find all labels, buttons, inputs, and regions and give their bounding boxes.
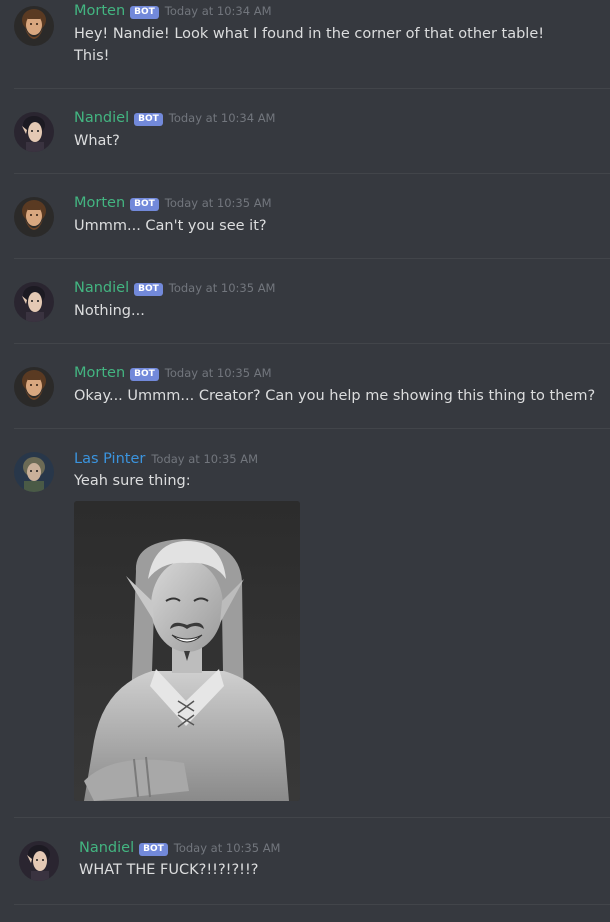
avatar-morten[interactable] — [14, 197, 54, 237]
username[interactable]: Las Pinter — [74, 451, 145, 467]
message-divider — [14, 343, 610, 344]
bot-badge: BOT — [134, 113, 163, 126]
message-text: WHAT THE FUCK?!!?!?!!? — [79, 862, 259, 878]
timestamp[interactable]: Today at 10:35 AM — [151, 452, 258, 466]
message-divider — [14, 88, 610, 89]
username[interactable]: Nandiel — [74, 110, 129, 126]
message-text: Ummm... Can't you see it? — [74, 218, 267, 234]
message-text: Yeah sure thing: — [74, 473, 191, 489]
avatar-nandiel[interactable] — [14, 112, 54, 152]
username[interactable]: Nandiel — [79, 840, 134, 856]
username[interactable]: Nandiel — [74, 280, 129, 296]
timestamp[interactable]: Today at 10:34 AM — [165, 4, 272, 18]
message-text: Nothing... — [74, 303, 145, 319]
message-header: Nandiel BOT Today at 10:35 AM — [74, 280, 275, 297]
message-text: This! — [74, 48, 110, 64]
message-header: Las Pinter Today at 10:35 AM — [74, 451, 258, 467]
message-header: Morten BOT Today at 10:35 AM — [74, 195, 272, 212]
username[interactable]: Morten — [74, 365, 125, 381]
message-header: Morten BOT Today at 10:35 AM — [74, 365, 272, 382]
chat-message-list: Morten BOT Today at 10:34 AM Hey! Nandie… — [0, 0, 610, 922]
avatar-nandiel[interactable] — [19, 841, 59, 881]
timestamp[interactable]: Today at 10:35 AM — [165, 196, 272, 210]
message-text: Hey! Nandie! Look what I found in the co… — [74, 26, 545, 42]
bot-badge: BOT — [130, 368, 159, 381]
message-text: Okay... Ummm... Creator? Can you help me… — [74, 388, 596, 404]
message-header: Nandiel BOT Today at 10:34 AM — [74, 110, 275, 127]
image-attachment[interactable] — [74, 501, 300, 801]
bot-badge: BOT — [134, 283, 163, 296]
avatar-morten[interactable] — [14, 367, 54, 407]
timestamp[interactable]: Today at 10:35 AM — [174, 841, 281, 855]
message-divider — [14, 904, 610, 905]
bot-badge: BOT — [139, 843, 168, 856]
username[interactable]: Morten — [74, 195, 125, 211]
timestamp[interactable]: Today at 10:34 AM — [169, 111, 276, 125]
timestamp[interactable]: Today at 10:35 AM — [165, 366, 272, 380]
avatar-nandiel[interactable] — [14, 282, 54, 322]
message-divider — [14, 428, 610, 429]
message-divider — [14, 817, 610, 818]
bot-badge: BOT — [130, 198, 159, 211]
message-header: Morten BOT Today at 10:34 AM — [74, 3, 272, 20]
avatar-morten[interactable] — [14, 6, 54, 46]
timestamp[interactable]: Today at 10:35 AM — [169, 281, 276, 295]
message-divider — [14, 258, 610, 259]
avatar-las-pinter[interactable] — [14, 452, 54, 492]
message-divider — [14, 173, 610, 174]
username[interactable]: Morten — [74, 3, 125, 19]
message-text: What? — [74, 133, 120, 149]
bot-badge: BOT — [130, 6, 159, 19]
message-header: Nandiel BOT Today at 10:35 AM — [79, 840, 280, 857]
